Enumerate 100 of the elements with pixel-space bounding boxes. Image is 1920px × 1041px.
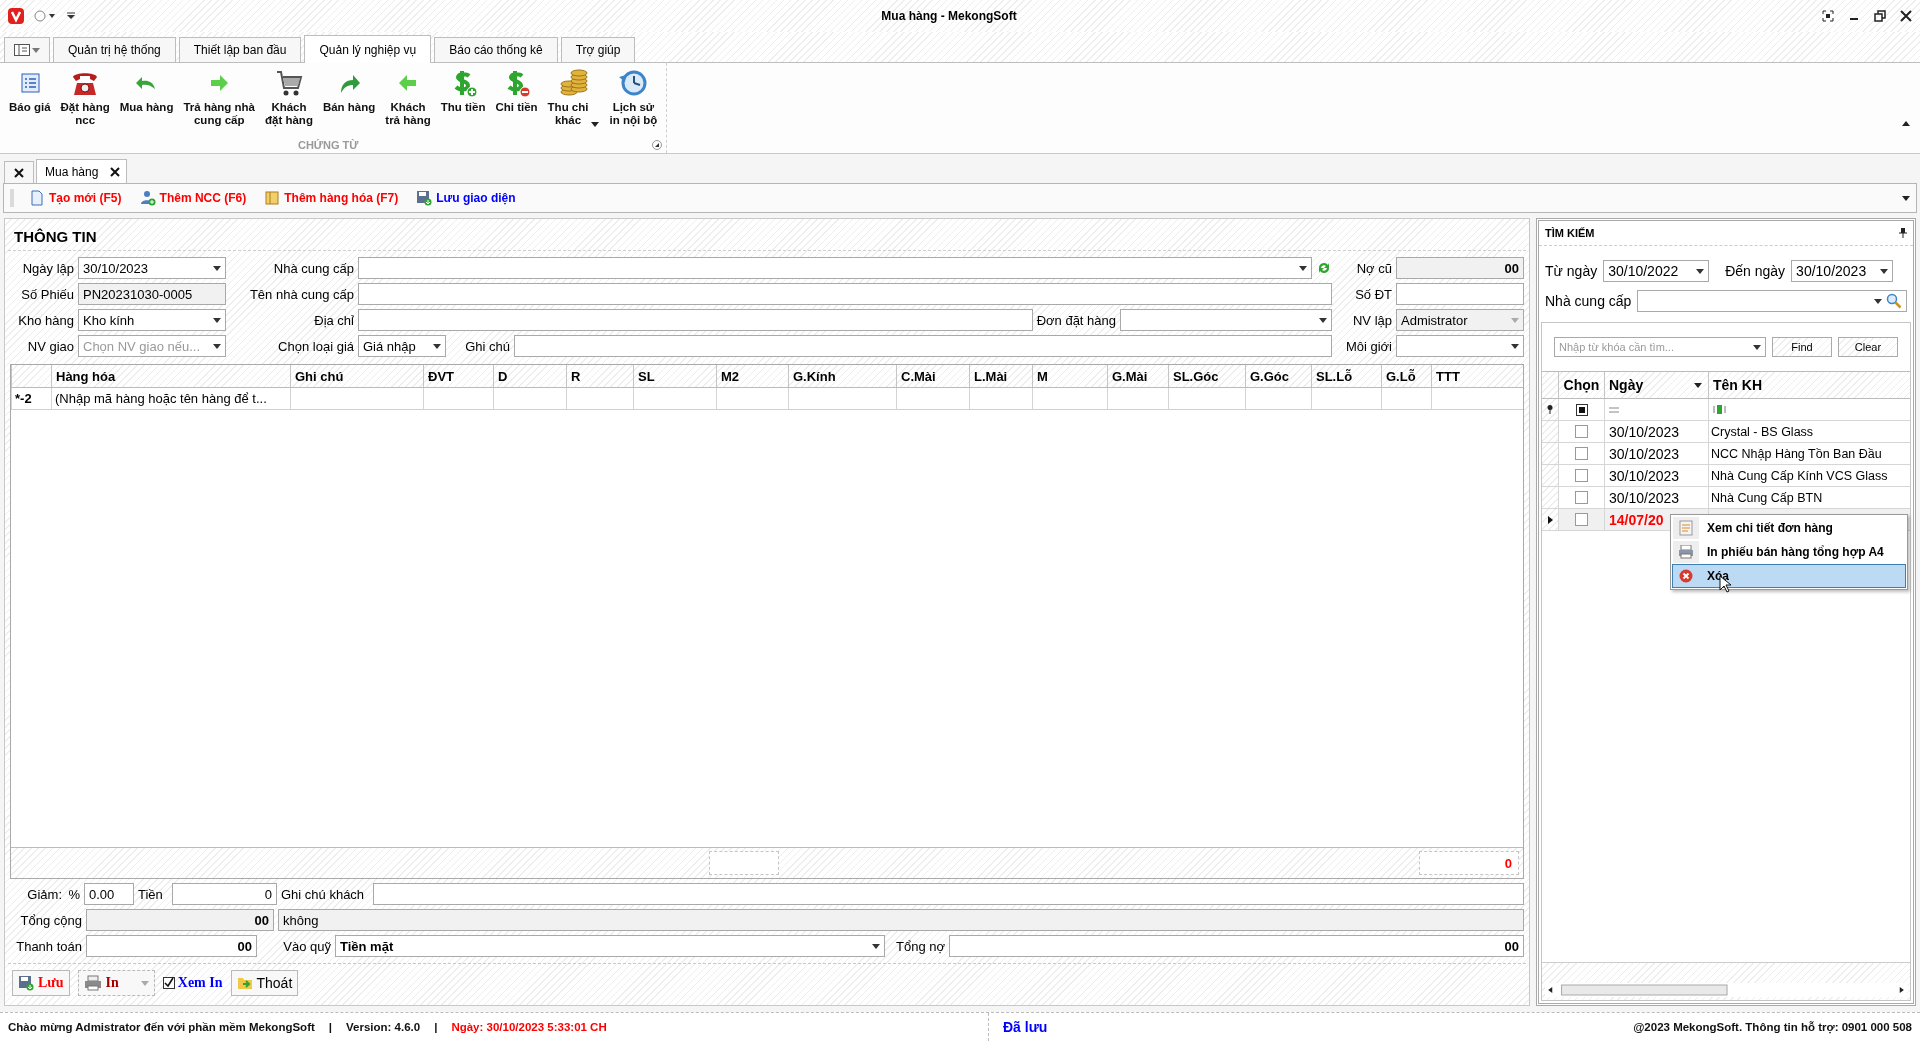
filter-checkbox-icon[interactable] [1575,403,1588,416]
column-header[interactable]: L.Mài [969,365,1032,387]
column-header[interactable]: SL.Lỗ [1311,365,1381,387]
to-date-field[interactable]: 30/10/2023 [1791,260,1894,282]
toolbar-button[interactable]: Lưu giao diện [413,188,519,208]
ribbon-button[interactable]: Khách trả hàng [380,63,436,137]
order-field[interactable] [1120,309,1332,331]
payment-field[interactable]: 00 [86,935,257,957]
save-button[interactable]: Lưu [12,970,70,996]
column-header[interactable]: G.Góc [1245,365,1311,387]
checkbox[interactable] [1575,513,1588,526]
discount-amount-field[interactable]: 0 [172,883,277,905]
total-debt-field[interactable]: 00 [949,935,1524,957]
close-icon[interactable] [1900,10,1912,22]
column-header[interactable]: Tên KH [1708,372,1910,398]
ribbon-button[interactable]: Trả hàng nhà cung cấp [178,63,260,137]
row-indicator[interactable] [1542,509,1558,530]
column-header[interactable]: Ghi chú [290,365,423,387]
restore-icon[interactable] [1874,10,1886,22]
refresh-icon[interactable] [1316,260,1332,276]
column-header[interactable]: R [566,365,633,387]
caret-icon [213,317,221,323]
column-header[interactable]: Hàng hóa [51,365,290,387]
price-type-field[interactable]: Giá nhập [358,335,446,357]
logo-icon[interactable] [8,8,24,24]
toolbar-button[interactable]: Tạo mới (F5) [26,188,125,208]
checkbox[interactable] [1575,469,1588,482]
checkbox[interactable] [1575,425,1588,438]
ribbon-tab[interactable]: Quản trị hệ thống [53,37,176,62]
column-header[interactable]: M [1032,365,1107,387]
print-preview-checkbox[interactable]: Xem In [162,975,223,991]
warehouse-field[interactable]: Kho kính [78,309,226,331]
ribbon-tab[interactable]: Trợ giúp [560,37,636,62]
equals-icon[interactable] [1609,406,1619,413]
save-icon [18,975,34,991]
column-header[interactable]: G.Lỗ [1381,365,1431,387]
column-header[interactable]: SL.Góc [1168,365,1245,387]
view-menu-button[interactable] [4,37,50,62]
checkbox[interactable] [1575,447,1588,460]
close-all-button[interactable] [4,161,34,183]
ribbon-button[interactable]: Khách đặt hàng [260,63,318,137]
circle-icon[interactable] [34,10,56,22]
quick-access-icon[interactable] [66,12,76,20]
column-header[interactable]: Ngày [1604,372,1708,398]
discount-percent-field[interactable]: 0.00 [84,883,134,905]
current-row-icon [1547,515,1553,524]
field-label: Vào quỹ [282,938,331,954]
column-header[interactable]: ĐVT [423,365,493,387]
print-button[interactable]: In [77,970,155,996]
ribbon-button[interactable]: Thu chi khác [542,63,605,137]
broker-field[interactable] [1396,335,1524,357]
from-date-field[interactable]: 30/10/2022 [1603,260,1710,282]
date-cell: 30/10/2023 [1604,465,1708,486]
launcher-icon[interactable] [652,140,663,150]
toolbar-button[interactable]: Thêm hàng hóa (F7) [261,188,402,208]
menu-item[interactable]: In phiếu bán hàng tổng hợp A4 [1672,540,1906,564]
column-header[interactable]: D [493,365,566,387]
ribbon-tab[interactable]: Thiết lập ban đầu [178,37,302,62]
ribbon-button[interactable]: Chi tiền [490,63,543,137]
supplier-field[interactable] [358,257,1312,279]
note-field[interactable] [514,335,1332,357]
column-header[interactable]: Chọn [1558,372,1604,398]
column-header[interactable]: SL [633,365,716,387]
address-field[interactable] [358,309,1033,331]
column-header[interactable]: C.Mài [896,365,969,387]
delete-icon [1679,569,1693,583]
ribbon-tab[interactable]: Quản lý nghiệp vụ [304,35,432,63]
column-header[interactable]: G.Mài [1107,365,1168,387]
text-filter-icon[interactable] [1713,405,1727,414]
ribbon-button[interactable]: Đặt hàng ncc [55,63,115,137]
toolbar-button[interactable]: Thêm NCC (F6) [136,188,250,208]
document-tab[interactable]: Mua hàng [36,159,128,183]
phone-field[interactable] [1396,283,1524,305]
supplier-name-field[interactable] [358,283,1332,305]
fullscreen-icon[interactable] [1822,10,1834,22]
exit-button[interactable]: Thoát [230,970,299,996]
find-button[interactable]: Find [1772,337,1832,357]
fund-field[interactable]: Tiền mặt [335,935,885,957]
column-header[interactable]: TTT [1431,365,1523,387]
pin-icon[interactable] [1899,228,1907,238]
caret-icon [213,343,221,349]
status-separator: | [434,1021,438,1033]
customer-note-field[interactable] [373,883,1524,905]
column-header[interactable]: G.Kính [788,365,896,387]
ribbon-button[interactable]: Báo giá [4,63,56,137]
ribbon-button[interactable]: Lịch sử in nội bộ [604,63,663,137]
clear-button[interactable]: Clear [1838,337,1898,357]
window-title: Mua hàng - MekongSoft [880,9,1018,23]
date-field[interactable]: 30/10/2023 [78,257,226,279]
search-icon [1886,293,1902,309]
item-input-cell[interactable]: (Nhập mã hàng hoặc tên hàng để t... [51,388,290,409]
checkbox[interactable] [1575,491,1588,504]
supplier-search-field[interactable] [1637,290,1907,312]
ribbon-button[interactable]: Bán hàng [317,63,381,137]
ribbon-tab[interactable]: Báo cáo thống kê [434,37,558,62]
ribbon-button[interactable]: Thu tiền [435,63,491,137]
column-header[interactable]: M2 [716,365,788,387]
field-label: Thanh toán [15,938,82,954]
ribbon-button[interactable]: Mua hàng [114,63,179,137]
field-label: Chọn loại giá [277,338,354,354]
